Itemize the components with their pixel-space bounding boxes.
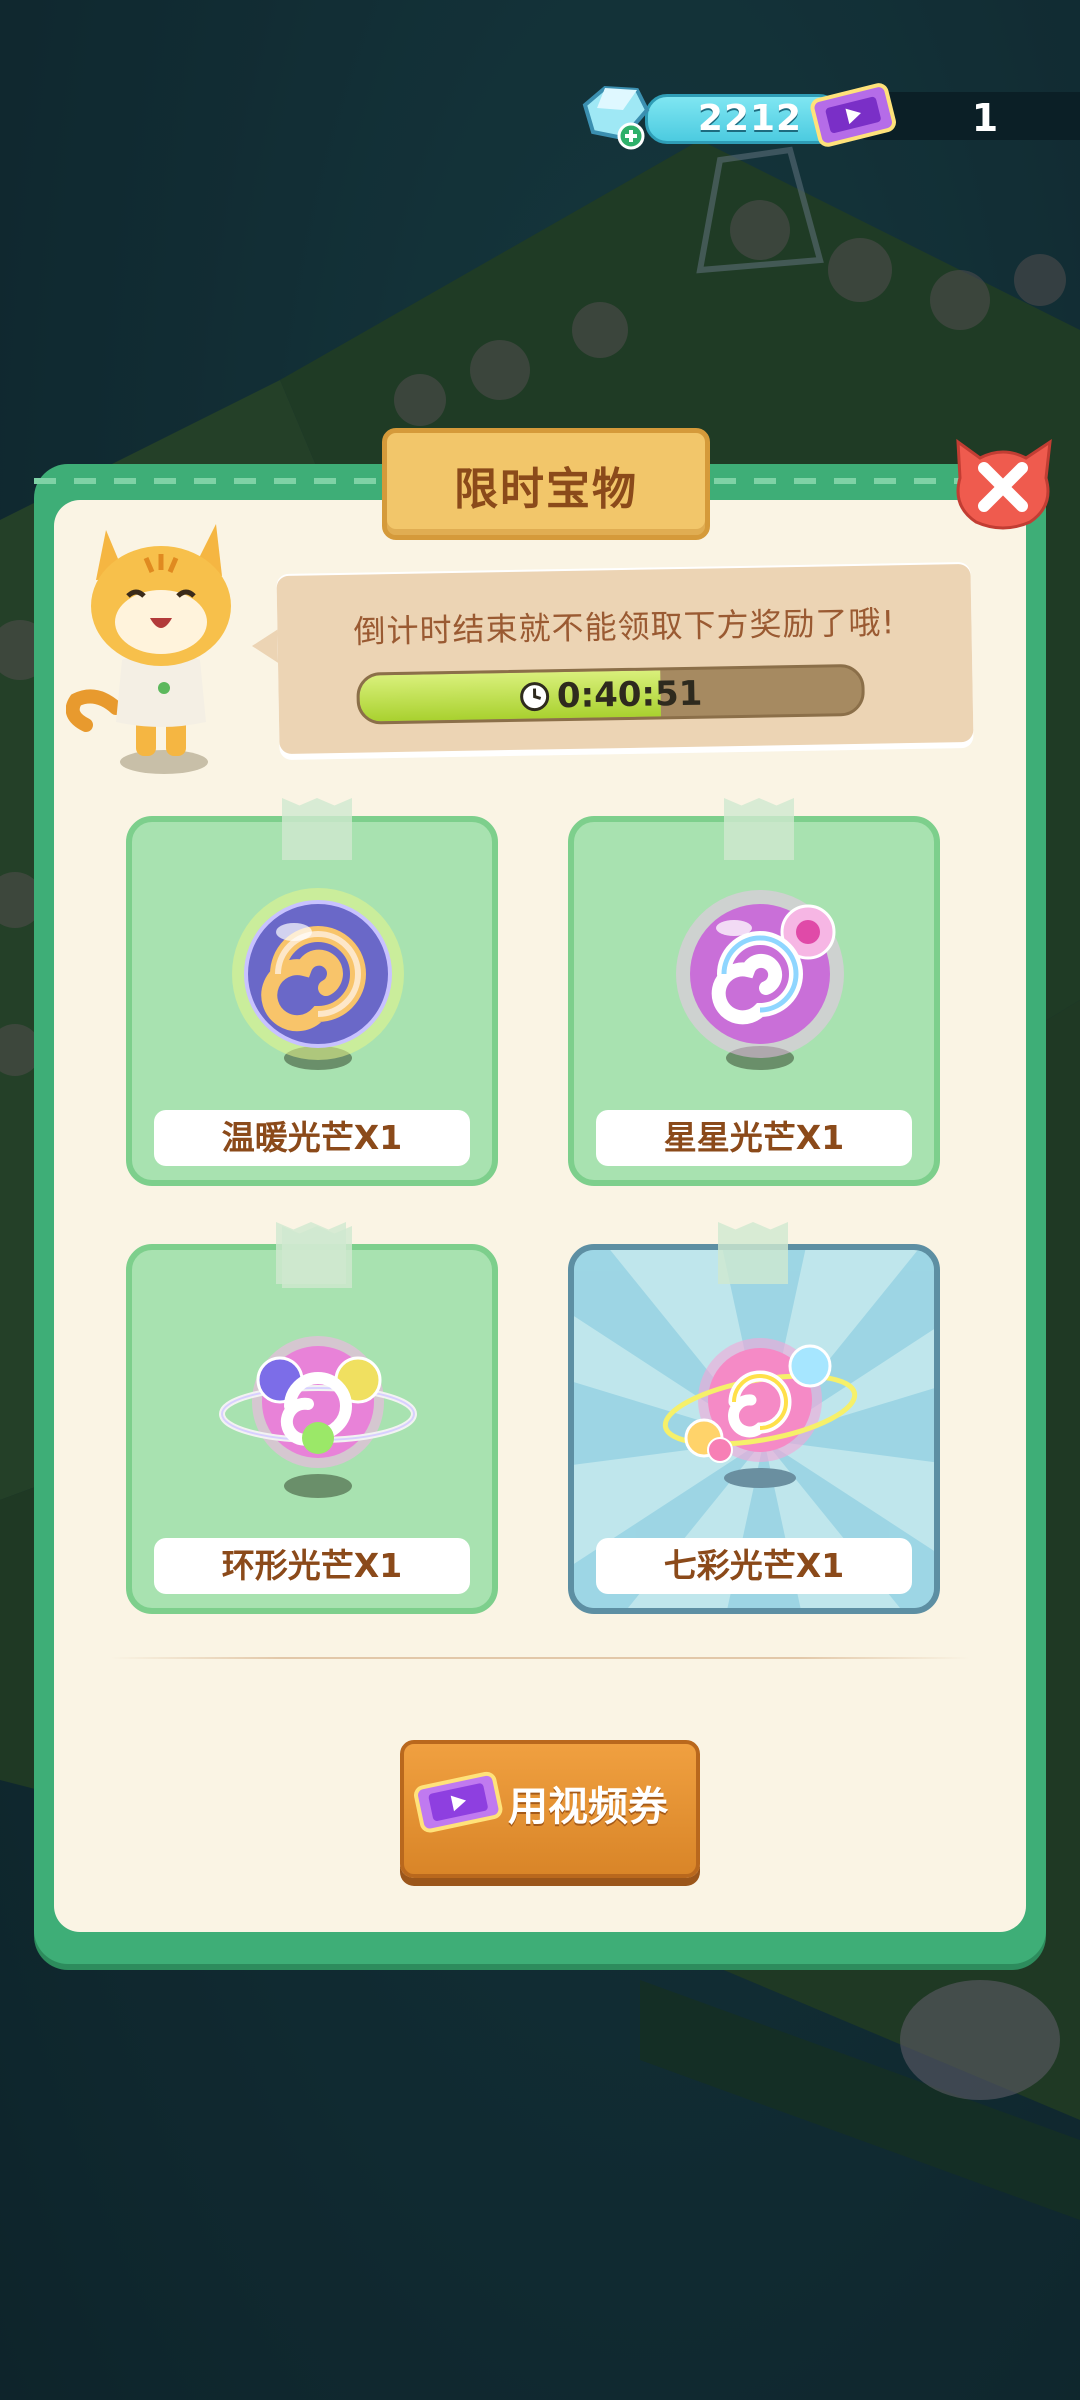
countdown-message: 倒计时结束就不能领取下方奖励了哦!: [353, 603, 896, 651]
ring-glow-orb-icon: [219, 1336, 417, 1498]
reward-card-star-glow[interactable]: 星星光芒X1: [568, 798, 940, 1186]
cat-mascot: [66, 524, 231, 774]
speech-bubble: 倒计时结束就不能领取下方奖励了哦! 0:40:51: [276, 563, 974, 755]
currency-bar: 2212 1: [575, 78, 1080, 150]
card-clip-decoration: [718, 1222, 788, 1284]
add-gems-icon[interactable]: [575, 80, 655, 150]
reward-card-ring-glow[interactable]: 环形光芒X1: [126, 1226, 498, 1614]
close-icon[interactable]: [946, 428, 1060, 538]
video-button-label: 用视频券: [508, 1784, 668, 1830]
video-ticket-icon: [414, 1771, 503, 1833]
use-video-ticket-button[interactable]: 用视频券: [400, 1740, 700, 1878]
clock-icon: [520, 682, 550, 712]
countdown-time: 0:40:51: [556, 673, 703, 717]
dialog-title-badge: 限时宝物: [382, 428, 710, 540]
video-ticket-icon: [810, 83, 896, 147]
star-glow-orb-icon: [676, 890, 844, 1070]
card-clip-decoration: [282, 798, 352, 860]
reward-label: 温暖光芒X1: [154, 1110, 470, 1166]
reward-card-rainbow-glow[interactable]: 七彩光芒X1: [568, 1244, 940, 1614]
reward-label: 七彩光芒X1: [596, 1538, 912, 1594]
dialog-title: 限时宝物: [454, 464, 638, 515]
gem-count: 2212: [697, 98, 803, 139]
ticket-count: 1: [971, 96, 999, 140]
card-clip-decoration: [276, 1222, 346, 1284]
reward-label: 环形光芒X1: [154, 1538, 470, 1594]
countdown-timer: 0:40:51: [359, 671, 862, 720]
warm-glow-orb-icon: [232, 888, 404, 1070]
section-divider: [110, 1657, 970, 1659]
reward-label: 星星光芒X1: [596, 1110, 912, 1166]
countdown-progress-bar: 0:40:51: [356, 663, 866, 725]
reward-card-warm-glow[interactable]: 温暖光芒X1: [126, 798, 498, 1186]
card-clip-decoration: [724, 798, 794, 860]
rainbow-glow-orb-icon: [662, 1338, 858, 1488]
